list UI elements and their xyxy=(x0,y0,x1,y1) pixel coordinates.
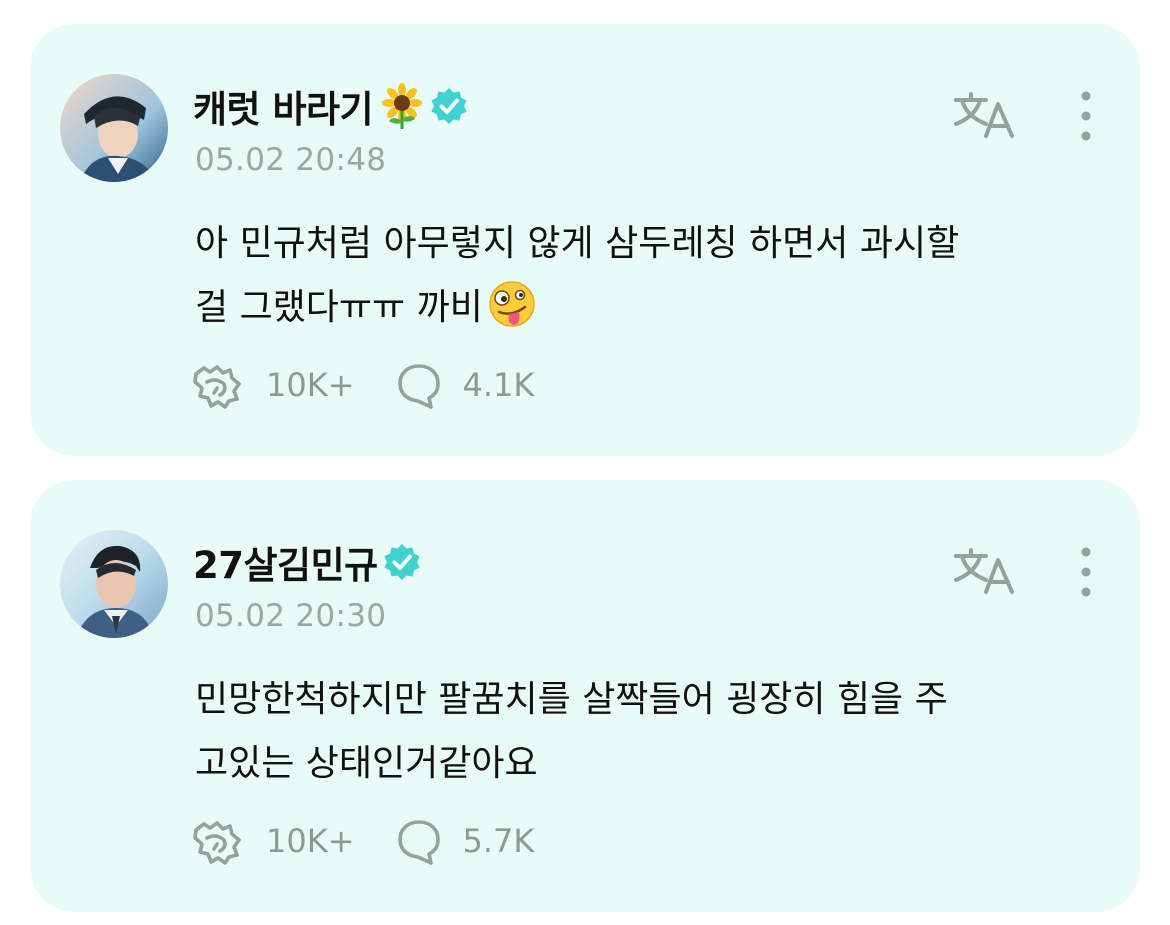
more-vertical-icon xyxy=(1081,91,1091,141)
translate-icon xyxy=(954,548,1014,594)
more-options-button[interactable] xyxy=(1066,542,1106,598)
reaction-button[interactable]: 10K+ xyxy=(190,816,355,866)
post-stats: 10K+ 5.7K xyxy=(190,816,534,866)
translate-button[interactable] xyxy=(952,542,1022,598)
post-body: 민망한척하지만 팔꿈치를 살짝들어 굉장히 힘을 주 고있는 상태인거같아요 xyxy=(195,668,1115,796)
username-row: 캐럿 바라기 xyxy=(193,78,469,134)
username-row: 27살김민규 xyxy=(193,534,422,590)
reaction-count: 10K+ xyxy=(266,822,355,860)
comment-count: 5.7K xyxy=(462,822,535,860)
post-text-line: 고있는 상태인거같아요 xyxy=(195,743,538,784)
post-timestamp: 05.02 20:48 xyxy=(195,142,387,178)
reaction-count: 10K+ xyxy=(266,366,355,404)
post-text-line: 아 민규처럼 아무렇지 않게 삼두레칭 하면서 과시할 xyxy=(195,223,960,264)
post-stats: 10K+ 4.1K xyxy=(190,360,534,410)
comment-icon xyxy=(397,820,440,865)
post-text-line-wrap: 걸 그랬다ㅠㅠ 까비 xyxy=(195,276,1115,340)
comment-button[interactable]: 4.1K xyxy=(395,360,535,410)
username[interactable]: 캐럿 바라기 xyxy=(193,79,374,133)
comment-icon xyxy=(397,364,440,409)
comment-button[interactable]: 5.7K xyxy=(395,816,535,866)
avatar[interactable] xyxy=(60,530,168,638)
avatar[interactable] xyxy=(60,74,168,182)
comment-count: 4.1K xyxy=(462,366,535,404)
reaction-button[interactable]: 10K+ xyxy=(190,360,355,410)
post-timestamp: 05.02 20:30 xyxy=(195,598,387,634)
translate-icon xyxy=(954,92,1014,138)
verified-badge-icon xyxy=(384,544,420,580)
post-card[interactable]: 27살김민규 05.02 20:30 민망한척하지만 팔꿈치를 살짝들어 굉장히… xyxy=(30,480,1140,912)
more-vertical-icon xyxy=(1081,547,1091,597)
reaction-icon xyxy=(193,365,241,409)
username[interactable]: 27살김민규 xyxy=(193,535,378,589)
more-options-button[interactable] xyxy=(1066,86,1106,142)
post-text-line: 민망한척하지만 팔꿈치를 살짝들어 굉장히 힘을 주 xyxy=(195,679,948,720)
reaction-icon xyxy=(193,821,241,865)
post-card[interactable]: 캐럿 바라기 05.02 20:48 아 민규처럼 아무렇지 않게 삼두레칭 하… xyxy=(30,24,1140,456)
verified-badge-icon xyxy=(431,88,467,124)
translate-button[interactable] xyxy=(952,86,1022,142)
sunflower-icon xyxy=(382,83,423,129)
post-text-line: 걸 그랬다ㅠㅠ 까비 xyxy=(195,287,483,328)
zany-face-icon xyxy=(489,281,535,327)
post-body: 아 민규처럼 아무렇지 않게 삼두레칭 하면서 과시할 걸 그랬다ㅠㅠ 까비 xyxy=(195,212,1115,340)
